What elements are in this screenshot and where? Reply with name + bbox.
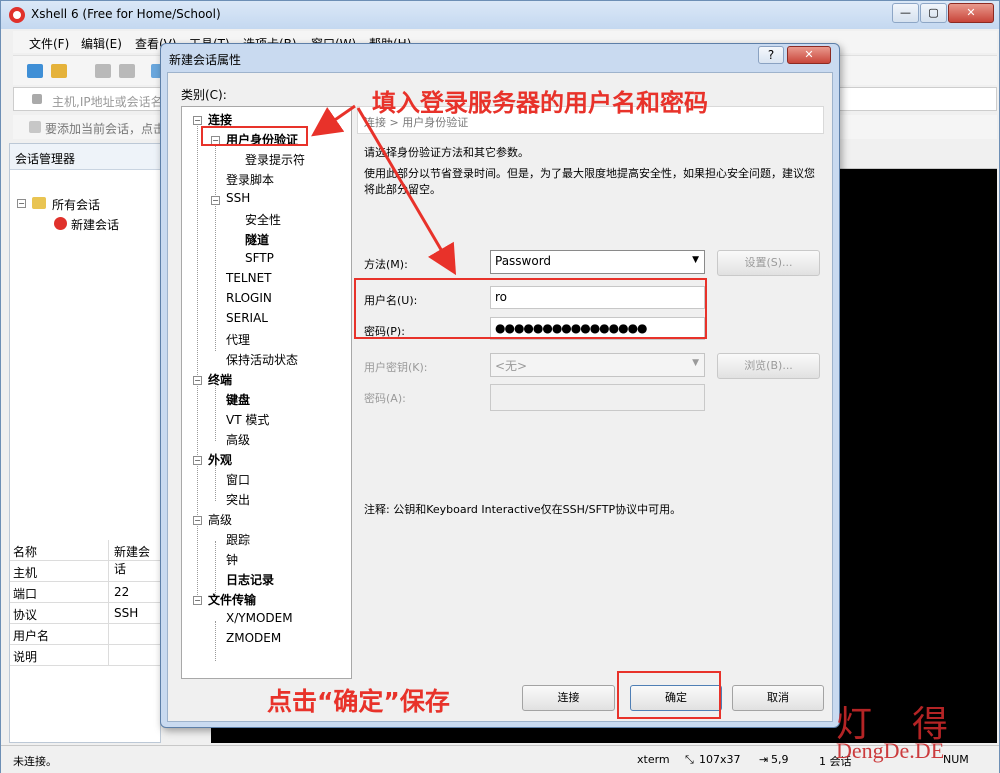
annotation-fill-credentials: 填入登录服务器的用户名和密码 [372,89,708,117]
arrow-to-fields [356,107,457,276]
arrow-to-auth [311,104,356,137]
watermark-url: DengDe.DE [836,738,945,763]
annotation-click-ok: 点击“确定”保存 [267,687,450,716]
